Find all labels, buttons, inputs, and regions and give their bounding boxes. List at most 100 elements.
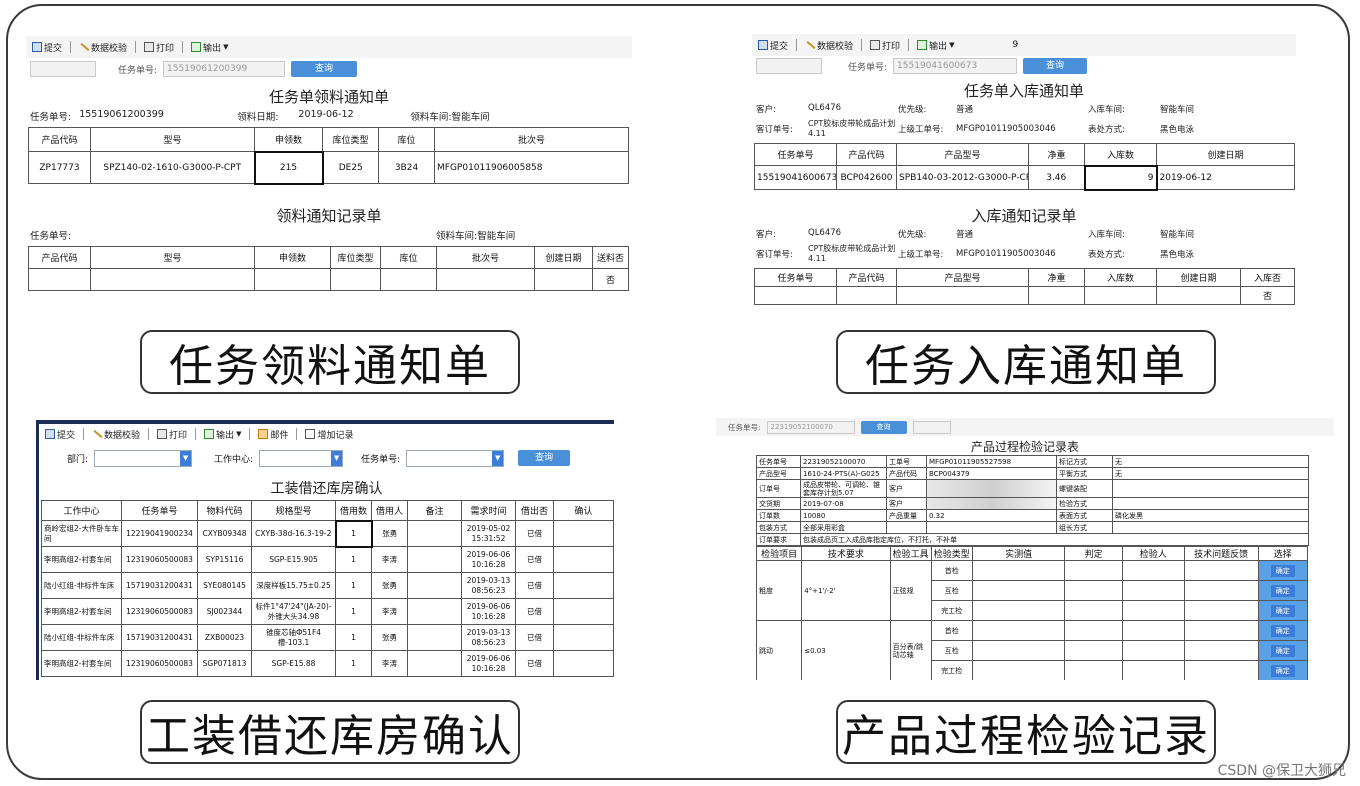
add-record-button[interactable]: 增加记录 <box>301 428 357 441</box>
inspection-type-cell: 首检 <box>930 560 973 581</box>
input-cell[interactable] <box>1183 660 1259 680</box>
confirm-button[interactable]: 确定 <box>1270 584 1295 597</box>
query-button[interactable]: 查询 <box>518 450 571 466</box>
input-cell[interactable] <box>971 640 1066 661</box>
confirm-button[interactable]: 确定 <box>1270 624 1295 637</box>
column-header: 任务单号 <box>121 500 198 521</box>
submit-button[interactable]: 提交 <box>41 428 79 441</box>
column-header: 借出否 <box>515 500 554 521</box>
table-row[interactable]: 陆小红组-非标件车床 15719031200431 ZXB00023 锥度芯轴Ф51F… <box>41 624 614 651</box>
toolbar: 提交 数据校验 打印 输出 ▼ <box>26 36 632 58</box>
table-row[interactable]: 陆小红组-非标件车床 15719031200431 SYE080145 深度样板15.… <box>41 572 614 599</box>
borrow-qty-cell[interactable]: 1 <box>335 650 372 677</box>
input-cell[interactable] <box>1064 660 1123 680</box>
mail-button[interactable]: 邮件 <box>254 428 292 441</box>
print-button[interactable]: 打印 <box>866 39 904 52</box>
input-cell[interactable] <box>1183 580 1259 601</box>
input-cell[interactable] <box>1064 640 1123 661</box>
submit-button[interactable]: 提交 <box>28 41 66 54</box>
cell <box>553 624 614 651</box>
borrow-qty-cell[interactable]: 1 <box>335 546 372 573</box>
query-button[interactable]: 查询 <box>860 420 907 434</box>
task-no-input[interactable]: 15519041600673 <box>893 58 1018 74</box>
blank-field[interactable] <box>30 61 96 77</box>
cell: 产品型号 <box>756 467 801 480</box>
export-button[interactable]: 输出 ▼ <box>187 41 232 54</box>
panel-inspection-record: 任务单号: 22319052100070 查询 产品过程检验记录表 任务单号 22… <box>716 418 1334 680</box>
input-cell[interactable] <box>1064 560 1123 581</box>
chevron-down-icon: ▼ <box>492 450 504 466</box>
input-cell[interactable] <box>1064 580 1123 601</box>
dept-select[interactable]: ▼ <box>94 449 193 467</box>
cell: 2019-06-06 10:16:28 <box>461 546 516 573</box>
task-no-label: 任务单号: <box>118 65 158 76</box>
cell: 平衡方式 <box>1056 467 1113 480</box>
blank-field[interactable] <box>912 420 951 434</box>
export-button[interactable]: 输出 ▼ <box>913 39 958 52</box>
print-button[interactable]: 打印 <box>140 41 178 54</box>
center-select[interactable]: ▼ <box>259 449 344 467</box>
cell: MFGP01011906005858 <box>434 151 629 184</box>
column-header: 型号 <box>90 245 255 269</box>
input-cell[interactable] <box>1121 660 1185 680</box>
input-cell[interactable] <box>971 560 1066 581</box>
input-cell[interactable] <box>971 660 1066 680</box>
borrow-qty-cell[interactable]: 1 <box>335 624 372 651</box>
inspection-type-cell: 完工检 <box>930 600 973 621</box>
export-button[interactable]: 输出 ▼ <box>200 428 245 441</box>
table-row[interactable]: 李明高组2-衬套车间 12319060500083 SJ002344 标件1°47'2… <box>41 598 614 625</box>
input-cell[interactable] <box>1183 600 1259 621</box>
input-cell[interactable] <box>1183 560 1259 581</box>
table-header: 检验项目 技术要求 检验工具 检验类型 实测值 判定 检验人 技术问题反馈 选择 <box>755 546 1309 561</box>
meta-line-2: 客订单号: CPT胶标皮带轮成品计划4.11 上级工单号: MFGP010119… <box>752 119 1296 139</box>
print-button[interactable]: 打印 <box>153 428 191 441</box>
customer-value: QL6476 <box>808 227 842 238</box>
quantity-cell[interactable]: 215 <box>253 150 324 185</box>
order-label: 客订单号: <box>756 125 793 135</box>
toolbar-separator <box>861 39 863 51</box>
quantity-cell[interactable]: 9 <box>1083 164 1158 191</box>
cell: 任务单号 <box>756 455 801 468</box>
table-row[interactable]: 李明高组2-衬套车间 12319060500083 SGP071813 SGP-Е15… <box>41 650 614 677</box>
task-select[interactable]: ▼ <box>406 449 505 467</box>
input-cell[interactable] <box>1064 600 1123 621</box>
task-no-label: 任务单号: <box>30 112 72 123</box>
input-cell[interactable] <box>1183 620 1259 641</box>
task-no-input[interactable]: 15519061200399 <box>163 61 286 77</box>
borrow-qty-cell[interactable]: 1 <box>335 598 372 625</box>
cell: 李涛 <box>371 650 408 677</box>
input-cell[interactable] <box>1121 600 1185 621</box>
cell: 跳动 <box>755 620 803 680</box>
confirm-button[interactable]: 确定 <box>1270 564 1295 577</box>
task-no-input[interactable]: 22319052100070 <box>766 420 855 434</box>
input-cell[interactable] <box>971 620 1066 641</box>
validate-button[interactable]: 数据校验 <box>801 39 857 52</box>
confirm-cell: 确定 <box>1257 620 1309 641</box>
borrow-qty-cell[interactable]: 1 <box>335 572 372 599</box>
cell: SGP-Е15.905 <box>251 546 336 573</box>
input-cell[interactable] <box>1121 640 1185 661</box>
confirm-button[interactable]: 确定 <box>1270 664 1295 677</box>
cell: 李涛 <box>371 598 408 625</box>
query-button[interactable]: 查询 <box>291 61 358 77</box>
blank-field[interactable] <box>756 58 822 74</box>
input-cell[interactable] <box>1121 560 1185 581</box>
cell: 全部采用彩盒 <box>800 521 887 534</box>
cell <box>553 598 614 625</box>
input-cell[interactable] <box>1183 640 1259 661</box>
validate-button[interactable]: 数据校验 <box>75 41 131 54</box>
input-cell[interactable] <box>971 600 1066 621</box>
query-button[interactable]: 查询 <box>1023 58 1088 74</box>
input-cell[interactable] <box>1064 620 1123 641</box>
table-row[interactable]: 商岭宏组2-大件卧车车间 12219041900234 CXYB09348 CXYB-… <box>41 519 614 548</box>
input-cell[interactable] <box>971 580 1066 601</box>
submit-button[interactable]: 提交 <box>754 39 792 52</box>
input-cell[interactable] <box>1121 620 1185 641</box>
input-cell[interactable] <box>1121 580 1185 601</box>
table-row[interactable]: 李明高组2-衬套车间 12319060500083 SYP15116 SGP-Е15.… <box>41 546 614 573</box>
validate-button[interactable]: 数据校验 <box>88 428 144 441</box>
confirm-button[interactable]: 确定 <box>1270 644 1295 657</box>
inspection-type-cell: 互检 <box>930 580 973 601</box>
borrow-qty-cell[interactable]: 1 <box>334 519 373 548</box>
confirm-button[interactable]: 确定 <box>1270 604 1295 617</box>
